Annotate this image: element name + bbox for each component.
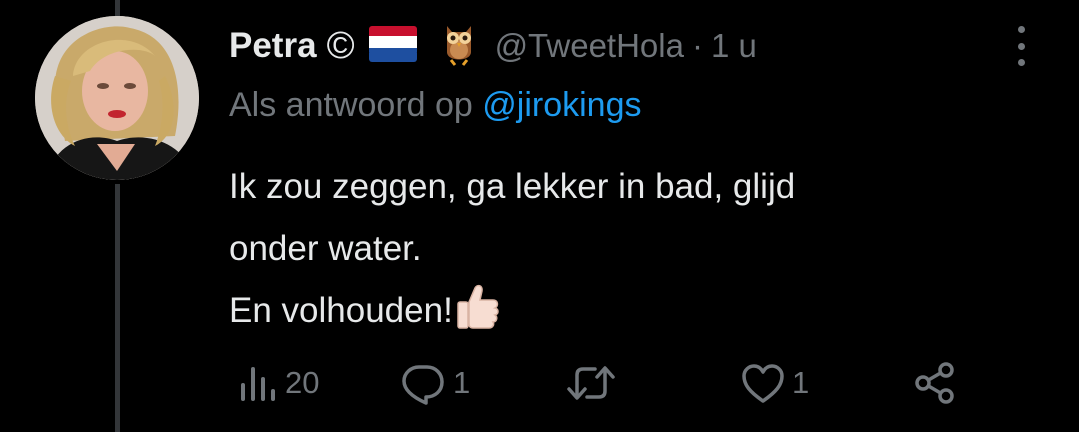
separator-dot: · [691,27,703,64]
reply-mention-link[interactable]: @jirokings [482,86,641,124]
user-handle[interactable]: @TweetHola [495,27,684,65]
more-options-icon[interactable] [1006,26,1036,66]
tweet-text-line-last: En volhouden! [229,280,989,350]
views-icon [235,361,279,405]
reply-button[interactable]: 1 [399,355,470,411]
tweet-text-line: En volhouden! [229,291,453,330]
like-count: 1 [792,365,810,400]
display-name[interactable]: Petra [229,26,317,66]
heart-icon [740,361,786,405]
views-count: 20 [285,365,320,400]
tweet-text: Ik zou zeggen, ga lekker in bad, glijd o… [229,156,989,350]
tweet-text-line: Ik zou zeggen, ga lekker in bad, glijd [229,167,796,206]
reply-icon [399,359,447,407]
retweet-button[interactable] [565,355,623,411]
tweet-time[interactable]: 1 u [711,27,757,65]
share-button[interactable] [912,355,958,411]
avatar[interactable] [35,16,199,180]
tweet-header: Petra © @TweetHola · 1 u [229,22,757,70]
owl-icon [441,22,477,71]
retweet-icon [565,361,617,405]
copyright-icon: © [326,25,355,67]
views-button[interactable]: 20 [235,355,319,411]
thread-line-top [115,0,120,16]
like-button[interactable]: 1 [740,355,809,411]
reply-count: 1 [453,365,471,400]
avatar-image [35,16,199,180]
share-icon [912,360,958,406]
thumbs-up-icon [455,282,501,350]
reply-prefix: Als antwoord op [229,86,473,124]
reply-context: Als antwoord op @jirokings [229,86,642,125]
netherlands-flag-icon [368,25,417,67]
tweet-text-line: onder water. [229,229,422,268]
thread-line-bottom [115,184,120,432]
tweet-actions: 20 1 1 [229,355,989,411]
